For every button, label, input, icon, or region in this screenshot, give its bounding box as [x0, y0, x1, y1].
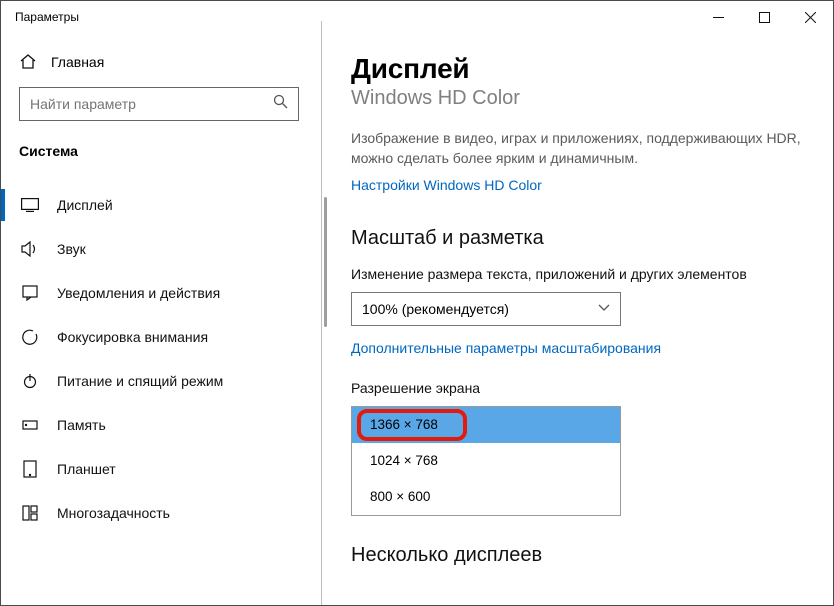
- maximize-button[interactable]: [741, 1, 787, 33]
- window-controls: [695, 1, 833, 33]
- resolution-label: Разрешение экрана: [351, 380, 809, 396]
- sidebar-item-notifications[interactable]: Уведомления и действия: [1, 271, 321, 315]
- sidebar-item-label: Звук: [57, 241, 86, 257]
- settings-window: Параметры Главная: [0, 0, 834, 606]
- power-icon: [21, 372, 39, 390]
- storage-icon: [21, 416, 39, 434]
- sidebar-item-sound[interactable]: Звук: [1, 227, 321, 271]
- hdcolor-settings-link[interactable]: Настройки Windows HD Color: [351, 177, 542, 193]
- sidebar: Главная Система Д: [1, 33, 321, 605]
- sidebar-item-storage[interactable]: Память: [1, 403, 321, 447]
- sidebar-item-multitask[interactable]: Многозадачность: [1, 491, 321, 535]
- sidebar-item-label: Планшет: [57, 461, 116, 477]
- resolution-option-label: 800 × 600: [370, 489, 430, 504]
- titlebar: Параметры: [1, 1, 833, 33]
- window-title: Параметры: [15, 10, 79, 24]
- home-label: Главная: [51, 54, 104, 70]
- hdcolor-description: Изображение в видео, играх и приложениях…: [351, 128, 809, 169]
- resolution-option[interactable]: 1024 × 768: [352, 443, 620, 479]
- resolution-option-label: 1024 × 768: [370, 453, 438, 468]
- search-icon: [273, 94, 288, 114]
- home-icon: [19, 53, 37, 71]
- chevron-down-icon: [598, 303, 610, 315]
- nav-list: Дисплей Звук Уведомления и действия: [1, 183, 321, 535]
- resolution-option-label: 1366 × 768: [370, 417, 438, 432]
- close-button[interactable]: [787, 1, 833, 33]
- notification-icon: [21, 284, 39, 302]
- multidisplay-heading: Несколько дисплеев: [351, 544, 809, 567]
- resolution-option[interactable]: 1366 × 768: [352, 407, 620, 443]
- focus-icon: [21, 328, 39, 346]
- sidebar-item-label: Уведомления и действия: [57, 285, 220, 301]
- sidebar-item-label: Память: [57, 417, 106, 433]
- scale-heading: Масштаб и разметка: [351, 227, 809, 250]
- sound-icon: [21, 240, 39, 258]
- sidebar-item-label: Фокусировка внимания: [57, 329, 208, 345]
- tablet-icon: [21, 460, 39, 478]
- search-field[interactable]: [30, 96, 273, 112]
- sidebar-item-label: Многозадачность: [57, 505, 170, 521]
- sidebar-item-power[interactable]: Питание и спящий режим: [1, 359, 321, 403]
- advanced-scale-link[interactable]: Дополнительные параметры масштабирования: [351, 340, 661, 356]
- category-heading: Система: [1, 131, 321, 169]
- scale-dropdown[interactable]: 100% (рекомендуется): [351, 292, 621, 326]
- minimize-button[interactable]: [695, 1, 741, 33]
- scale-label: Изменение размера текста, приложений и д…: [351, 266, 809, 282]
- multitask-icon: [21, 504, 39, 522]
- search-wrap: [1, 79, 321, 131]
- resolution-dropdown-open[interactable]: 1366 × 768 1024 × 768 800 × 600: [351, 406, 621, 516]
- resolution-option[interactable]: 800 × 600: [352, 479, 620, 515]
- display-icon: [21, 196, 39, 214]
- sidebar-item-tablet[interactable]: Планшет: [1, 447, 321, 491]
- sidebar-item-label: Питание и спящий режим: [57, 373, 223, 389]
- home-nav[interactable]: Главная: [1, 45, 321, 79]
- window-body: Главная Система Д: [1, 33, 833, 605]
- sidebar-item-display[interactable]: Дисплей: [1, 183, 321, 227]
- page-title: Дисплей: [351, 53, 809, 85]
- content-pane: Дисплей Windows HD Color Изображение в в…: [321, 33, 833, 605]
- sidebar-item-focus[interactable]: Фокусировка внимания: [1, 315, 321, 359]
- search-input[interactable]: [19, 87, 299, 121]
- sidebar-item-label: Дисплей: [57, 197, 113, 213]
- scale-value: 100% (рекомендуется): [362, 301, 509, 317]
- hdcolor-heading: Windows HD Color: [351, 87, 809, 110]
